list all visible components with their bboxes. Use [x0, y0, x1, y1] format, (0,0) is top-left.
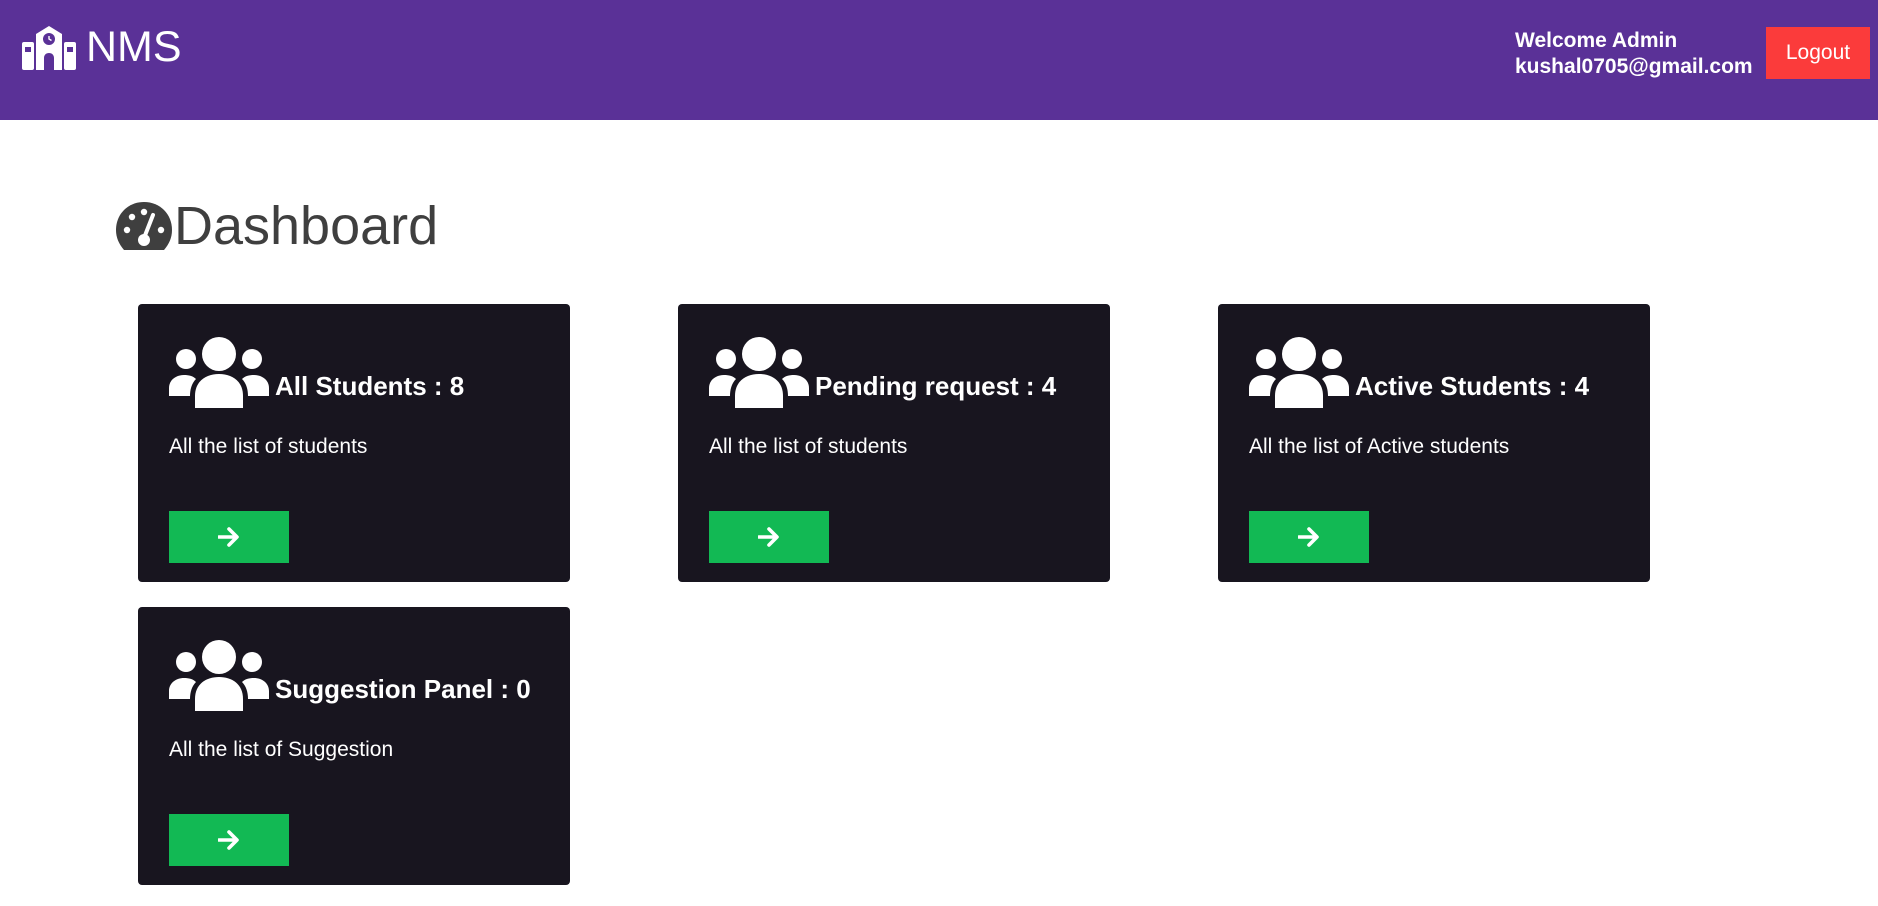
user-email: kushal0705@gmail.com: [1515, 55, 1753, 78]
card-description: All the list of Suggestion: [169, 738, 394, 761]
card-title: Active Students : 4: [1355, 371, 1590, 401]
card-header: Active Students : 4: [1249, 336, 1589, 408]
users-icon: [169, 336, 269, 408]
users-icon: [709, 336, 809, 408]
open-suggestion-panel-button[interactable]: [169, 814, 289, 866]
arrow-right-icon: [218, 527, 240, 547]
school-icon: [22, 26, 76, 70]
card-title: Pending request : 4: [815, 371, 1057, 401]
card-header: Pending request : 4: [709, 336, 1056, 408]
card-header: All Students : 8: [169, 336, 464, 408]
arrow-right-icon: [218, 830, 240, 850]
welcome-text: Welcome Admin: [1515, 29, 1678, 52]
users-icon: [1249, 336, 1349, 408]
page-title: Dashboard: [114, 196, 438, 256]
card-title: All Students : 8: [275, 371, 465, 401]
user-info: Welcome Admin kushal0705@gmail.com: [1515, 28, 1753, 80]
card-header: Suggestion Panel : 0: [169, 639, 531, 711]
arrow-right-icon: [758, 527, 780, 547]
card-pending-request: Pending request : 4 All the list of stud…: [678, 304, 1110, 582]
users-icon: [169, 639, 269, 711]
open-active-students-button[interactable]: [1249, 511, 1369, 563]
card-active-students: Active Students : 4 All the list of Acti…: [1218, 304, 1650, 582]
open-all-students-button[interactable]: [169, 511, 289, 563]
card-suggestion-panel: Suggestion Panel : 0 All the list of Sug…: [138, 607, 570, 885]
navbar: NMS Welcome Admin kushal0705@gmail.com L…: [0, 0, 1878, 120]
card-description: All the list of Active students: [1249, 435, 1510, 458]
brand[interactable]: NMS: [22, 24, 182, 70]
brand-name: NMS: [86, 23, 182, 71]
card-title: Suggestion Panel : 0: [275, 674, 531, 704]
arrow-right-icon: [1298, 527, 1320, 547]
card-description: All the list of students: [709, 435, 908, 458]
card-all-students: All Students : 8 All the list of student…: [138, 304, 570, 582]
open-pending-request-button[interactable]: [709, 511, 829, 563]
dashboard-gauge-icon: [116, 202, 172, 250]
logout-button[interactable]: Logout: [1766, 27, 1870, 79]
card-description: All the list of students: [169, 435, 368, 458]
page-title-text: Dashboard: [174, 196, 439, 256]
